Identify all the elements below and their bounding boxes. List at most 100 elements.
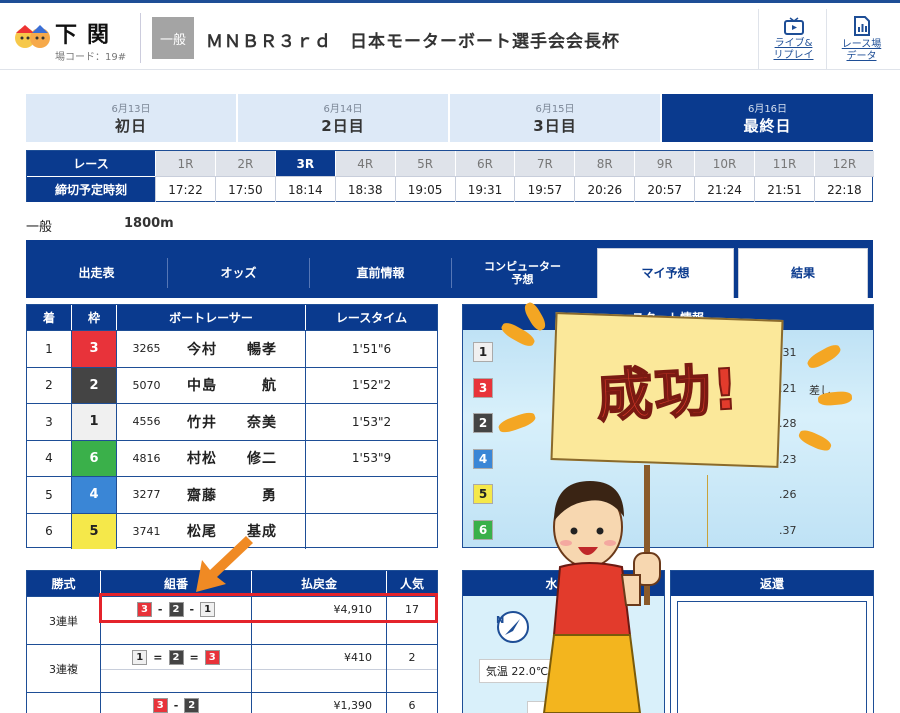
- finish-place: 2: [45, 378, 53, 393]
- combo-boat: 3: [204, 649, 220, 665]
- day-tab-1[interactable]: 6月13日 初日: [26, 94, 236, 142]
- boy-character: [542, 465, 661, 713]
- data-label-2: データ: [846, 50, 877, 62]
- combo-separator: -: [173, 698, 179, 712]
- deadline-time: 17:50: [214, 176, 275, 202]
- header-race-time: レースタイム: [305, 305, 437, 330]
- deadline-time: 19:05: [394, 176, 455, 202]
- start-boat-badge: 5: [473, 484, 493, 504]
- day-tab-4[interactable]: 6月16日 最終日: [662, 94, 873, 142]
- start-timing: .37: [779, 523, 797, 537]
- race-title: ＭＮＢＲ３ｒｄ 日本モーターボート選手会会長杯: [206, 32, 620, 52]
- day-date: 6月13日: [111, 104, 151, 115]
- tab-computer-prediction[interactable]: コンピューター予想: [452, 248, 593, 298]
- mascot-icon: [15, 25, 50, 48]
- finish-place: 4: [45, 451, 53, 466]
- race-tab-8[interactable]: 8R: [574, 151, 635, 176]
- day-date: 6月14日: [323, 104, 363, 115]
- race-tab-4[interactable]: 4R: [334, 151, 395, 176]
- racer-reg-number: 4816: [116, 440, 176, 476]
- refund-box: [677, 601, 867, 713]
- race-tab-9[interactable]: 9R: [634, 151, 695, 176]
- result-row: 5 4 3277 齋藤 勇: [27, 476, 437, 513]
- compass-north: N: [496, 615, 505, 626]
- race-tab-12[interactable]: 12R: [813, 151, 874, 176]
- deadline-time: 19:31: [454, 176, 515, 202]
- race-row-label: レース: [27, 151, 155, 176]
- success-text: 成功!: [594, 356, 743, 430]
- payout-amount: ¥1,390: [333, 698, 373, 712]
- day-name: 最終日: [743, 117, 792, 135]
- race-tab-2[interactable]: 2R: [214, 151, 275, 176]
- deadline-time: 20:26: [574, 176, 635, 202]
- day-tab-2[interactable]: 6月14日 2日目: [238, 94, 448, 142]
- start-boat-badge: 6: [473, 519, 493, 540]
- race-time: [305, 477, 437, 513]
- day-date: 6月16日: [747, 104, 788, 115]
- bet-type: 3連単: [49, 615, 78, 628]
- day-name: 初日: [114, 117, 147, 135]
- result-row: 3 1 4556 竹井 奈美 1'53"2: [27, 403, 437, 440]
- popularity: 6: [408, 698, 416, 712]
- refund-panel: 返還: [670, 570, 874, 713]
- race-time: [305, 513, 437, 549]
- payout-row: 3-2 ¥1,390 6: [27, 692, 437, 713]
- start-boat-badge: 1: [473, 342, 493, 362]
- combination: 1 = 2 = 3: [101, 645, 251, 669]
- tab-pre-race[interactable]: 直前情報: [310, 248, 451, 298]
- racer-reg-number: 4556: [116, 404, 176, 440]
- race-menu: 出走表 オッズ 直前情報 コンピューター予想 マイ予想 結果: [26, 240, 873, 298]
- race-tab-3[interactable]: 3R: [274, 151, 335, 176]
- start-timing: .23: [779, 452, 797, 466]
- start-timing: .21: [779, 381, 797, 395]
- result-row: 2 2 5070 中島 航 1'52"2: [27, 366, 437, 403]
- venue-data-button[interactable]: レース場 データ: [826, 9, 896, 69]
- combo-boat: 2: [184, 697, 200, 713]
- page: 下関 場コード：19# 一般 ＭＮＢＲ３ｒｄ 日本モーターボート選手会会長杯 ラ…: [0, 0, 900, 713]
- race-tab-1[interactable]: 1R: [155, 151, 215, 176]
- race-tab-5[interactable]: 5R: [394, 151, 455, 176]
- race-tab-10[interactable]: 10R: [694, 151, 755, 176]
- finish-place: 6: [45, 524, 53, 539]
- venue-name: 下関: [55, 23, 120, 48]
- result-row: 4 6 4816 村松 修二 1'53"9: [27, 439, 437, 476]
- finish-place: 1: [45, 341, 53, 356]
- deadline-time: 18:14: [274, 176, 335, 202]
- tab-odds[interactable]: オッズ: [168, 248, 309, 298]
- document-chart-icon: [853, 15, 870, 36]
- site-header: 下関 場コード：19# 一般 ＭＮＢＲ３ｒｄ 日本モーターボート選手会会長杯 ラ…: [0, 0, 900, 70]
- result-row: 1 3 3265 今村 暢孝 1'51"6: [27, 330, 437, 367]
- bet-type: [27, 693, 100, 713]
- boat-frame: 2: [71, 367, 116, 403]
- finish-place: 3: [45, 414, 53, 429]
- start-line: [707, 475, 708, 547]
- day-tab-3[interactable]: 6月15日 3日目: [450, 94, 660, 142]
- racer-reg-number: 3277: [116, 477, 176, 513]
- race-tab-11[interactable]: 11R: [754, 151, 814, 176]
- start-timing: .26: [779, 488, 797, 501]
- combo-separator: =: [153, 650, 163, 664]
- deadline-time: 22:18: [813, 176, 874, 202]
- tab-entry-list[interactable]: 出走表: [26, 248, 167, 298]
- deadline-time: 20:57: [634, 176, 695, 202]
- race-tab-6[interactable]: 6R: [454, 151, 515, 176]
- bet-type: 3連複: [49, 663, 78, 676]
- boat-frame: 3: [71, 331, 116, 367]
- start-boat-badge: 3: [473, 377, 493, 398]
- data-label-1: レース場: [841, 38, 882, 50]
- tv-icon: [783, 16, 804, 35]
- tab-my-prediction[interactable]: マイ予想: [597, 248, 734, 298]
- live-replay-button[interactable]: ライブ& リプレイ: [758, 9, 828, 69]
- start-timing: .28: [779, 417, 797, 430]
- race-time: 1'53"2: [305, 404, 437, 440]
- race-time: 1'53"9: [305, 440, 437, 476]
- live-label-1: ライブ&: [774, 37, 813, 49]
- combo-boat: 3: [152, 697, 168, 713]
- header-racer: ボートレーサー: [116, 305, 305, 330]
- live-label-2: リプレイ: [773, 49, 814, 61]
- day-date: 6月15日: [535, 104, 575, 115]
- tab-results[interactable]: 結果: [738, 248, 868, 298]
- race-tab-7[interactable]: 7R: [514, 151, 575, 176]
- payout-row: 3連複 1 = 2 = 3 ¥410 2: [27, 644, 437, 693]
- racer-reg-number: 5070: [116, 367, 176, 403]
